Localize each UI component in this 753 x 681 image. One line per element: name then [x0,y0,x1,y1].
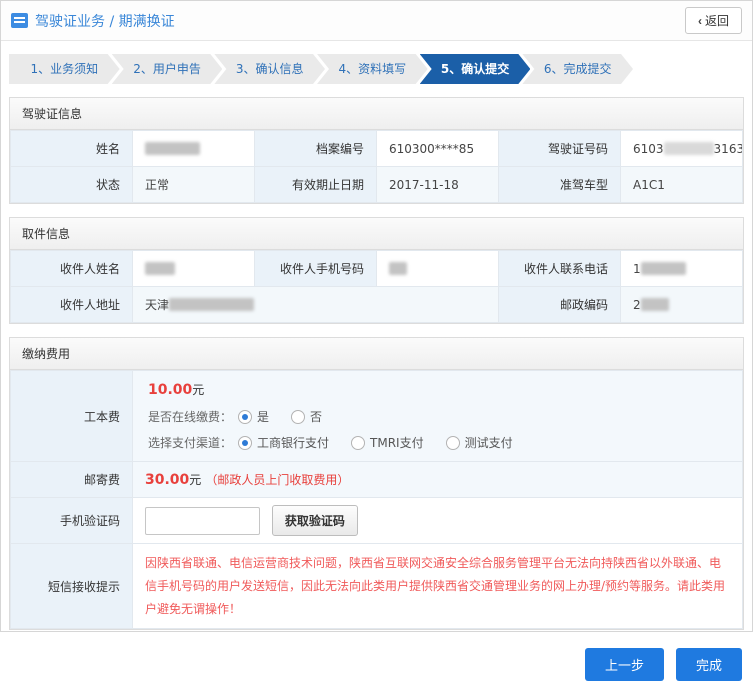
radio-unchecked-icon [351,435,366,450]
redacted-value [640,297,669,311]
production-fee-label: 工本费 [10,370,133,462]
back-button-label: 返回 [704,14,729,28]
production-fee-cell: 10.00元 是否在线缴费： 是 否 选择支付渠道： 工商银行支付 TMRI支付… [132,370,743,462]
step-1: 1、业务须知 [9,54,120,84]
redacted-value [640,261,686,275]
radio-channel-icbc-label: 工商银行支付 [257,436,330,450]
name-value [132,130,255,167]
recipient-mobile-value [376,250,499,287]
recipient-mobile-label: 收件人手机号码 [254,250,377,287]
radio-channel-tmri[interactable]: TMRI支付 [351,434,424,451]
breadcrumb-title: 驾驶证业务 / 期满换证 [35,13,175,30]
mail-fee-amount: 30.00 [145,472,190,488]
recipient-tel-label: 收件人联系电话 [498,250,621,287]
chevron-left-icon [698,14,702,28]
captcha-input[interactable] [145,506,260,535]
recipient-tel-value: 1 [620,250,743,287]
postal-code-label: 邮政编码 [498,286,621,323]
app-header: 驾驶证业务 / 期满换证 返回 [1,1,752,41]
address-prefix: 天津 [145,298,170,312]
radio-channel-test-label: 测试支付 [464,436,513,450]
table-row: 姓名 档案编号 610300****85 驾驶证号码 6103 3163X [10,130,743,167]
radio-channel-test[interactable]: 测试支付 [445,434,513,451]
production-fee-amount: 10.00 [148,382,193,398]
recipient-name-label: 收件人姓名 [10,250,133,287]
step-wizard: 1、业务须知 2、用户申告 3、确认信息 4、资料填写 5、确认提交 6、完成提… [9,54,633,84]
license-number-label: 驾驶证号码 [498,130,621,167]
table-row: 短信接收提示 因陕西省联通、电信运营商技术问题，陕西省互联网交通安全综合服务管理… [10,542,743,630]
captcha-label: 手机验证码 [10,497,133,544]
radio-online-no[interactable]: 否 [291,408,322,425]
footer-actions: 上一步 完成 [11,648,742,681]
step-5-active: 5、确认提交 [420,54,531,84]
prev-step-button[interactable]: 上一步 [584,648,664,681]
table-row: 收件人姓名 收件人手机号码 收件人联系电话 1 [10,250,743,287]
mail-fee-label: 邮寄费 [10,461,133,498]
radio-unchecked-icon [445,435,460,450]
status-label: 状态 [10,166,133,203]
postal-code-value: 2 [620,286,743,323]
payment-section-title: 缴纳费用 [10,338,743,370]
recipient-tel-prefix: 1 [633,261,641,276]
license-info-section: 驾驶证信息 姓名 档案编号 610300****85 驾驶证号码 6103 316… [9,97,744,204]
pickup-info-section: 取件信息 收件人姓名 收件人手机号码 收件人联系电话 1 收件人地址 天津 邮政… [9,217,744,324]
vehicle-class-label: 准驾车型 [498,166,621,203]
file-number-label: 档案编号 [254,130,377,167]
pickup-section-title: 取件信息 [10,218,743,250]
license-section-title: 驾驶证信息 [10,98,743,130]
table-row: 收件人地址 天津 邮政编码 2 [10,286,743,323]
table-row: 邮寄费 30.00元 （邮政人员上门收取费用） [10,461,743,498]
mail-fee-cell: 30.00元 （邮政人员上门收取费用） [132,461,743,498]
license-number-suffix: 3163X [713,141,742,156]
radio-online-yes-label: 是 [257,410,270,424]
sms-tip-text: 因陕西省联通、电信运营商技术问题，陕西省互联网交通安全综合服务管理平台无法向持陕… [132,542,743,630]
recipient-name-value [132,250,255,287]
expiry-date-label: 有效期止日期 [254,166,377,203]
back-button[interactable]: 返回 [684,7,742,34]
get-captcha-button[interactable]: 获取验证码 [271,505,358,536]
radio-online-no-label: 否 [310,410,323,424]
redacted-value [663,141,714,155]
finish-button[interactable]: 完成 [675,648,742,681]
redacted-value [145,141,200,155]
step-4: 4、资料填写 [317,54,428,84]
redacted-value [145,261,175,275]
table-row: 手机验证码 获取验证码 [10,497,743,544]
name-label: 姓名 [10,130,133,167]
mail-fee-note: （邮政人员上门收取费用） [205,473,350,487]
radio-checked-icon [238,435,253,450]
online-pay-question: 是否在线缴费： [148,410,233,424]
redacted-value [169,298,255,311]
step-6: 6、完成提交 [522,54,633,84]
postal-code-prefix: 2 [633,297,641,312]
radio-online-yes[interactable]: 是 [238,408,269,425]
captcha-cell: 获取验证码 [132,497,743,544]
pay-channel-question: 选择支付渠道： [148,436,233,450]
payment-section: 缴纳费用 工本费 10.00元 是否在线缴费： 是 否 选择支付渠道： 工商银行… [9,337,744,631]
radio-checked-icon [238,409,253,424]
fee-unit: 元 [192,383,205,397]
sms-tip-label: 短信接收提示 [10,542,133,630]
license-number-prefix: 6103 [633,141,664,156]
step-3: 3、确认信息 [214,54,325,84]
address-value: 天津 [132,286,499,323]
radio-channel-icbc[interactable]: 工商银行支付 [238,434,329,451]
vehicle-class-value: A1C1 [620,166,743,203]
step-2: 2、用户申告 [112,54,223,84]
document-icon [11,13,28,28]
address-label: 收件人地址 [10,286,133,323]
file-number-value: 610300****85 [376,130,499,167]
license-number-value: 6103 3163X [620,130,743,167]
expiry-date-value: 2017-11-18 [376,166,499,203]
table-row: 工本费 10.00元 是否在线缴费： 是 否 选择支付渠道： 工商银行支付 TM… [10,370,743,462]
mail-fee-unit: 元 [189,473,202,487]
table-row: 状态 正常 有效期止日期 2017-11-18 准驾车型 A1C1 [10,166,743,203]
redacted-value [389,261,407,275]
radio-channel-tmri-label: TMRI支付 [370,436,424,450]
radio-unchecked-icon [291,409,306,424]
status-value: 正常 [132,166,255,203]
